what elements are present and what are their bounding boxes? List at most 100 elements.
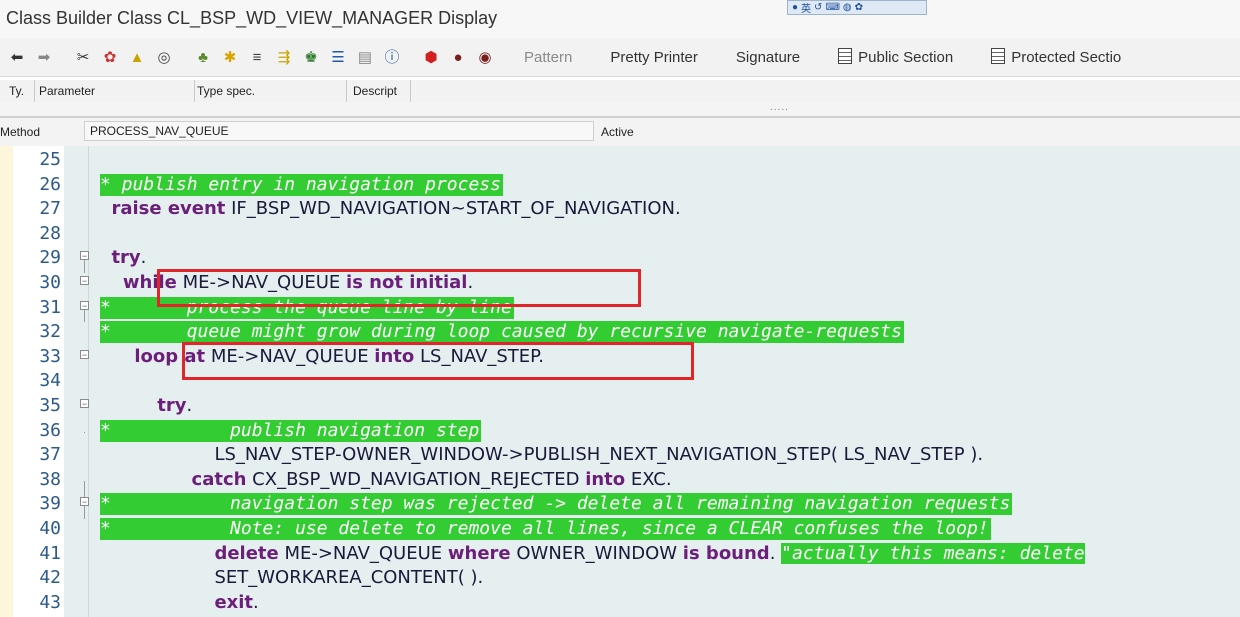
display-change-icon[interactable]: ✿ [101, 48, 119, 66]
line-number: 37 [39, 444, 61, 466]
ime-mic-icon[interactable]: ◍ [843, 2, 852, 13]
ime-toolbar[interactable]: ● 英 ↺ ⌨ ◍ ✿ [787, 0, 927, 15]
info-icon[interactable]: ⓘ [383, 48, 401, 66]
code-line[interactable]: 39 − * navigation step was rejected -> del… [0, 492, 1240, 517]
line-number: 30 [39, 272, 61, 293]
line-number: 39 [39, 493, 61, 515]
comment-line: * publish navigation step [100, 419, 482, 442]
stack-icon[interactable]: ☰ [329, 48, 347, 66]
highlight-box-while [157, 269, 641, 307]
code-line[interactable]: 27 raise event IF_BSP_WD_NAVIGATION~STAR… [0, 197, 1240, 222]
document-icon [838, 48, 853, 64]
where-used-icon[interactable]: ♣ [194, 48, 212, 66]
code-line[interactable]: 43 exit. [0, 591, 1240, 616]
code-line[interactable]: 29 − try. [0, 246, 1240, 271]
window-title: Class Builder Class CL_BSP_WD_VIEW_MANAG… [6, 8, 498, 28]
comment-line: * publish entry in navigation process [100, 173, 503, 196]
code-line[interactable]: 25 [0, 148, 1240, 173]
line-number: 40 [39, 518, 61, 539]
code-text: exit. [214, 591, 259, 613]
ime-logo-icon[interactable]: ● [792, 2, 798, 13]
method-name-field[interactable]: PROCESS_NAV_QUEUE [84, 121, 594, 141]
comment-line: * Note: use delete to remove all lines, … [100, 518, 991, 540]
column-type-spec[interactable]: Type spec. [197, 84, 255, 98]
breakpoint-icon[interactable]: ⬢ [422, 48, 440, 66]
line-number: 27 [39, 198, 61, 220]
other-object-icon[interactable]: ✂ [74, 48, 92, 66]
highlight-box-loop [182, 342, 694, 380]
code-line[interactable]: 35 − try. [0, 394, 1240, 419]
forward-arrow-icon[interactable]: ➡ [35, 48, 53, 66]
navigation-icon[interactable]: ⇶ [275, 48, 293, 66]
display-object-list-icon[interactable]: ≡ [248, 48, 266, 66]
wand-icon[interactable]: ✱ [221, 48, 239, 66]
fold-toggle-icon[interactable]: − [80, 399, 89, 409]
line-number: 43 [39, 591, 61, 613]
code-text: LS_NAV_STEP-OWNER_WINDOW->PUBLISH_NEXT_N… [214, 444, 984, 466]
line-number: 26 [39, 173, 61, 195]
column-description[interactable]: Descript [353, 84, 397, 98]
trailing-comment: "actually this means: delete [781, 542, 1085, 564]
line-number: 28 [39, 222, 61, 244]
comment-line: * navigation step was rejected -> delete… [100, 493, 1013, 516]
line-number: 35 [39, 395, 61, 416]
ime-keyboard-icon[interactable]: ⌨ [825, 2, 839, 13]
ime-settings-icon[interactable]: ✿ [855, 2, 863, 13]
application-toolbar: ⬅ ➡ ✂ ✿ ▲ ◎ ♣ ✱ ≡ ⇶ ♚ ☰ ▤ ⓘ ⬢ ● ◉ Pattern Pretty Printer Si… [0, 38, 1240, 77]
method-label: Method [0, 125, 41, 139]
fold-toggle-icon[interactable]: − [80, 497, 89, 507]
line-number: 29 [39, 247, 61, 269]
hierarchy-icon[interactable]: ♚ [302, 48, 320, 66]
signature-button[interactable]: Signature [736, 49, 800, 66]
line-number: 42 [39, 567, 61, 589]
comment-line: * queue might grow during loop caused by… [100, 321, 904, 344]
line-number: 32 [39, 321, 61, 343]
pattern-button[interactable]: Pattern [524, 49, 572, 66]
fold-toggle-icon[interactable]: − [80, 251, 89, 261]
code-text: delete ME->NAV_QUEUE where OWNER_WINDOW … [214, 542, 1085, 564]
code-line[interactable]: 40 * Note: use delete to remove all lines… [0, 517, 1240, 542]
line-number: 38 [39, 468, 61, 490]
title-bar: Class Builder Class CL_BSP_WD_VIEW_MANAG… [0, 0, 1240, 38]
line-number: 41 [39, 542, 61, 564]
line-number: 25 [39, 149, 61, 170]
method-status: Active [601, 125, 634, 139]
activate-icon[interactable]: ◎ [155, 48, 173, 66]
code-text: SET_WORKAREA_CONTENT( ). [214, 567, 484, 589]
code-editor[interactable]: 25 26 * publish entry in navigation proces… [0, 146, 1240, 617]
line-number: 33 [39, 345, 61, 367]
code-text: try. [157, 395, 193, 416]
external-breakpoint-icon[interactable]: ◉ [476, 48, 494, 66]
document-icon [991, 48, 1006, 64]
code-line[interactable]: 36 * publish navigation step [0, 419, 1240, 444]
code-line[interactable]: 42 SET_WORKAREA_CONTENT( ). [0, 566, 1240, 591]
fold-toggle-icon[interactable]: − [80, 349, 89, 359]
session-breakpoint-icon[interactable]: ● [449, 48, 467, 66]
line-number: 31 [39, 296, 61, 318]
code-line[interactable]: 41 delete ME->NAV_QUEUE where OWNER_WIND… [0, 542, 1240, 567]
column-parameter[interactable]: Parameter [39, 84, 95, 98]
back-arrow-icon[interactable]: ⬅ [8, 48, 26, 66]
code-line[interactable]: 28 [0, 222, 1240, 247]
ime-punct-icon[interactable]: ↺ [814, 2, 822, 13]
code-text: try. [111, 247, 147, 269]
code-text: raise event IF_BSP_WD_NAVIGATION~START_O… [111, 198, 681, 220]
code-line[interactable]: 38 catch CX_BSP_WD_NAVIGATION_REJECTED i… [0, 468, 1240, 493]
window-icon[interactable]: ▤ [356, 48, 374, 66]
method-bar: Method PROCESS_NAV_QUEUE Active [0, 118, 1240, 147]
public-section-button[interactable]: Public Section [838, 48, 953, 66]
code-line[interactable]: 37 LS_NAV_STEP-OWNER_WINDOW->PUBLISH_NEX… [0, 443, 1240, 468]
check-icon[interactable]: ▲ [128, 48, 146, 66]
fold-toggle-icon[interactable]: − [80, 300, 89, 310]
column-type[interactable]: Ty. [9, 84, 24, 98]
line-number: 34 [39, 370, 61, 392]
pretty-printer-button[interactable]: Pretty Printer [610, 49, 698, 66]
parameter-table-header: Ty. Parameter Type spec. Descript [0, 80, 1240, 103]
ime-lang-icon[interactable]: 英 [801, 0, 811, 15]
code-line[interactable]: 26 * publish entry in navigation process [0, 173, 1240, 198]
code-text: catch CX_BSP_WD_NAVIGATION_REJECTED into… [191, 468, 672, 490]
splitter-handle[interactable]: ..... [0, 102, 1240, 118]
protected-section-button[interactable]: Protected Sectio [991, 48, 1121, 66]
fold-toggle-icon[interactable]: − [80, 276, 89, 286]
code-line[interactable]: 32 * queue might grow during loop caused … [0, 320, 1240, 345]
